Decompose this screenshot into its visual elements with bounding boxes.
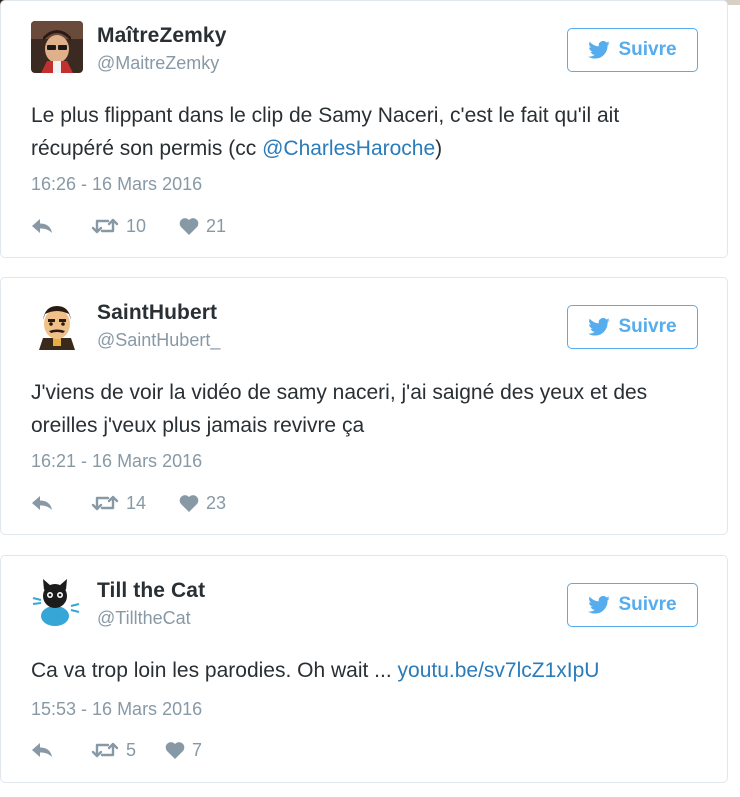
follow-label: Suivre	[618, 594, 677, 615]
retweet-count: 14	[126, 492, 147, 513]
timestamp[interactable]: 15:53 - 16 Mars 2016	[31, 699, 202, 720]
bird-icon	[588, 596, 611, 614]
retweet-button[interactable]: 14	[91, 493, 179, 514]
heart-icon	[165, 741, 185, 759]
retweet-icon	[91, 741, 119, 759]
follow-label: Suivre	[618, 316, 677, 337]
bird-icon	[588, 318, 611, 336]
avatar[interactable]	[31, 21, 83, 73]
mention-link[interactable]: @CharlesHaroche	[262, 137, 435, 160]
retweet-count: 10	[126, 215, 147, 236]
tweet-text-part: )	[435, 137, 443, 160]
follow-button[interactable]: Suivre	[567, 583, 698, 627]
like-count: 7	[192, 739, 203, 760]
reply-icon	[31, 742, 53, 758]
like-count: 23	[206, 492, 227, 513]
user-handle[interactable]: @MaitreZemky	[97, 53, 219, 74]
like-button[interactable]: 23	[179, 493, 226, 514]
follow-button[interactable]: Suivre	[567, 305, 698, 349]
timestamp[interactable]: 16:21 - 16 Mars 2016	[31, 451, 202, 472]
tweet-text: Ca va trop loin les parodies. Oh wait ..…	[31, 654, 701, 687]
tweet-actions: 14 23	[31, 489, 226, 517]
like-count: 21	[206, 215, 227, 236]
timestamp[interactable]: 16:26 - 16 Mars 2016	[31, 174, 202, 195]
like-button[interactable]: 7	[165, 740, 202, 761]
retweet-button[interactable]: 10	[91, 216, 179, 237]
follow-label: Suivre	[618, 39, 677, 60]
tweet-card: MaîtreZemky @MaitreZemky Suivre Le plus …	[0, 0, 728, 258]
display-name[interactable]: MaîtreZemky	[97, 24, 227, 48]
reply-icon	[31, 495, 53, 511]
tweet-actions: 10 21	[31, 212, 226, 240]
avatar[interactable]	[31, 298, 83, 350]
reply-icon	[31, 218, 53, 234]
retweet-icon	[91, 217, 119, 235]
tweet-text-part: Ca va trop loin les parodies. Oh wait ..…	[31, 659, 398, 682]
heart-icon	[179, 217, 199, 235]
follow-button[interactable]: Suivre	[567, 28, 698, 72]
bird-icon	[588, 41, 611, 59]
tweet-card: SaintHubert @SaintHubert_ Suivre J'viens…	[0, 277, 728, 535]
avatar[interactable]	[31, 576, 83, 628]
retweet-button[interactable]: 5	[91, 740, 165, 761]
reply-button[interactable]	[31, 742, 91, 758]
tweet-card: Till the Cat @TilltheCat Suivre Ca va tr…	[0, 555, 728, 783]
video-link[interactable]: youtu.be/sv7lcZ1xIpU	[398, 659, 600, 682]
tweet-text: J'viens de voir la vidéo de samy naceri,…	[31, 381, 648, 437]
retweet-count: 5	[126, 739, 137, 760]
tweet-actions: 5 7	[31, 736, 202, 764]
heart-icon	[179, 494, 199, 512]
user-handle[interactable]: @TilltheCat	[97, 608, 191, 629]
display-name[interactable]: SaintHubert	[97, 301, 217, 325]
user-handle[interactable]: @SaintHubert_	[97, 330, 220, 351]
tweet-text: Le plus flippant dans le clip de Samy Na…	[31, 99, 701, 165]
reply-button[interactable]	[31, 218, 91, 234]
like-button[interactable]: 21	[179, 216, 226, 237]
display-name[interactable]: Till the Cat	[97, 579, 205, 603]
retweet-icon	[91, 494, 119, 512]
reply-button[interactable]	[31, 495, 91, 511]
